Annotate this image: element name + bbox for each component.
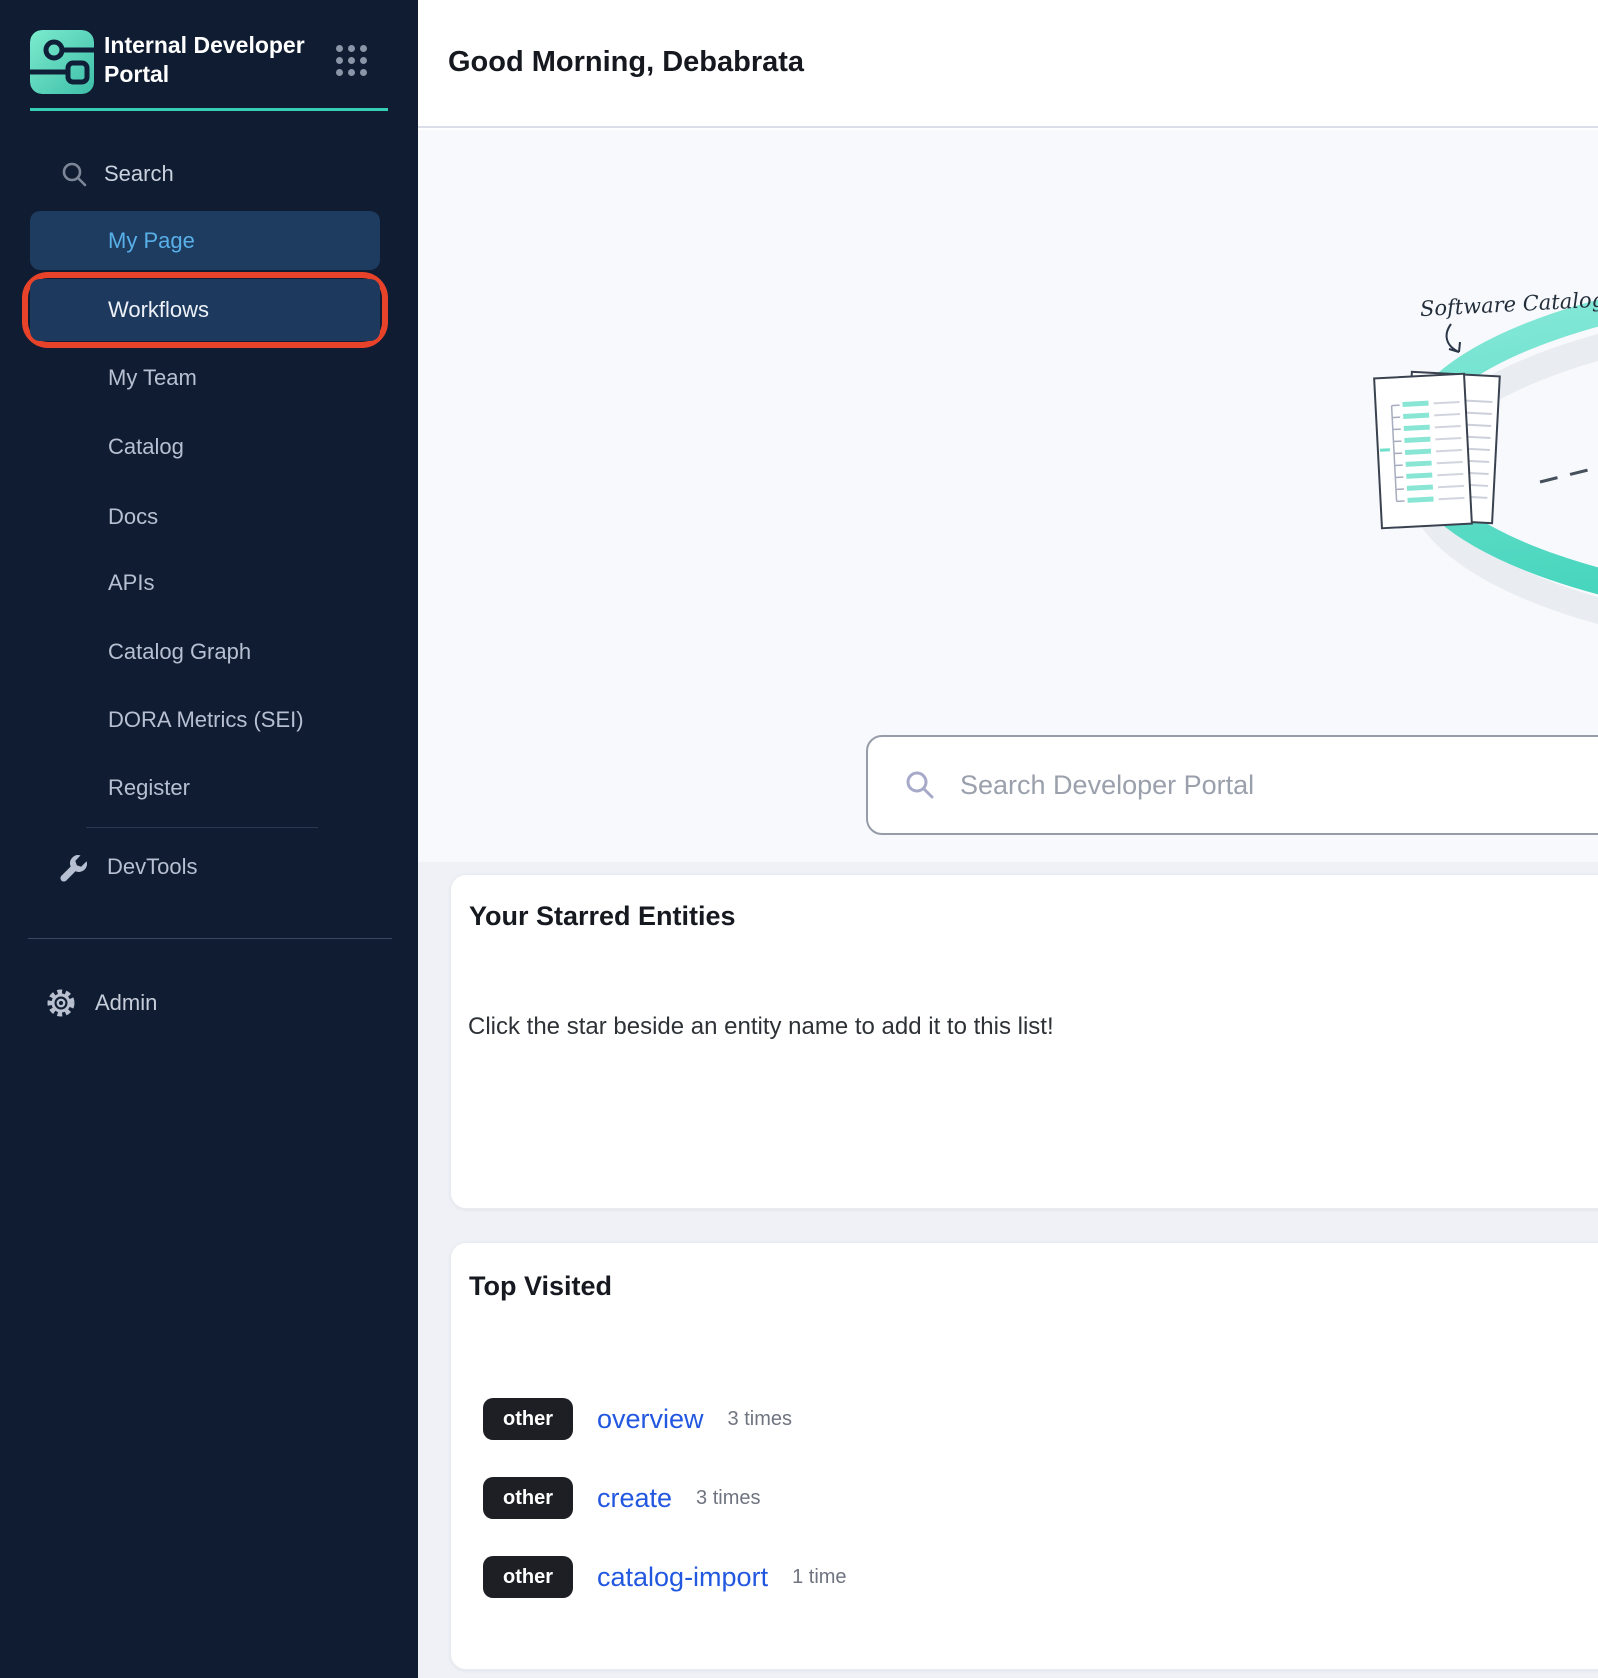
sidebar-search-label: Search xyxy=(104,161,174,187)
visit-count: 3 times xyxy=(696,1487,760,1510)
app-logo-icon[interactable] xyxy=(30,30,94,94)
wrench-icon xyxy=(57,852,87,882)
sidebar-item-apis[interactable]: APIs xyxy=(108,569,154,597)
starred-entities-card: Your Starred Entities Click the star bes… xyxy=(450,874,1598,1209)
sidebar-item-docs[interactable]: Docs xyxy=(108,503,158,531)
sidebar-item-search[interactable]: Search xyxy=(60,158,174,190)
sidebar: Internal Developer Portal Search My Page… xyxy=(0,0,418,1678)
sidebar-item-catalog-graph[interactable]: Catalog Graph xyxy=(108,638,251,666)
catalog-page-front xyxy=(1374,374,1472,529)
page-content: Software Catalog Your Starred Entities C… xyxy=(418,130,1598,1678)
top-visited-title: Top Visited xyxy=(469,1271,612,1302)
sidebar-item-dora-metrics[interactable]: DORA Metrics (SEI) xyxy=(108,706,304,734)
sidebar-item-my-team[interactable]: My Team xyxy=(108,364,197,392)
search-icon xyxy=(60,160,88,188)
sidebar-item-admin[interactable]: Admin xyxy=(45,986,157,1020)
top-visited-row: other catalog-import 1 time xyxy=(483,1556,1597,1598)
main-area: Good Morning, Debabrata xyxy=(418,0,1598,1678)
search-icon xyxy=(904,769,936,801)
admin-label: Admin xyxy=(95,990,157,1016)
sidebar-item-catalog[interactable]: Catalog xyxy=(108,433,184,461)
software-catalog-illustration: Software Catalog xyxy=(1128,152,1598,712)
kind-chip: other xyxy=(483,1477,573,1519)
sidebar-divider xyxy=(86,827,318,828)
top-visited-row: other overview 3 times xyxy=(483,1398,1597,1440)
portal-search-input[interactable] xyxy=(958,769,1598,802)
gear-icon xyxy=(45,987,77,1019)
top-visited-link-overview[interactable]: overview xyxy=(597,1404,704,1435)
visit-count: 1 time xyxy=(792,1566,846,1589)
top-visited-card: Top Visited other overview 3 times other… xyxy=(450,1242,1598,1670)
sidebar-brand-divider xyxy=(30,108,388,111)
top-visited-row: other create 3 times xyxy=(483,1477,1597,1519)
top-visited-link-create[interactable]: create xyxy=(597,1483,672,1514)
sidebar-item-devtools[interactable]: DevTools xyxy=(57,850,197,884)
sidebar-item-my-page[interactable]: My Page xyxy=(30,211,380,270)
kind-chip: other xyxy=(483,1398,573,1440)
greeting-title: Good Morning, Debabrata xyxy=(448,46,804,79)
starred-entities-empty-message: Click the star beside an entity name to … xyxy=(468,1013,1054,1041)
sidebar-item-register[interactable]: Register xyxy=(108,774,190,802)
kind-chip: other xyxy=(483,1556,573,1598)
starred-entities-title: Your Starred Entities xyxy=(469,901,736,932)
hero-section: Software Catalog xyxy=(418,130,1598,862)
sidebar-item-workflows[interactable]: Workflows xyxy=(30,279,380,341)
devtools-label: DevTools xyxy=(107,854,197,880)
top-visited-link-catalog-import[interactable]: catalog-import xyxy=(597,1562,768,1593)
apps-grid-icon[interactable] xyxy=(336,45,370,79)
portal-search xyxy=(866,735,1598,835)
app-root: Internal Developer Portal Search My Page… xyxy=(0,0,1598,1678)
page-header: Good Morning, Debabrata xyxy=(418,0,1598,128)
sidebar-divider-bottom xyxy=(28,938,392,939)
visit-count: 3 times xyxy=(728,1408,792,1431)
brand-title: Internal Developer Portal xyxy=(104,31,334,89)
